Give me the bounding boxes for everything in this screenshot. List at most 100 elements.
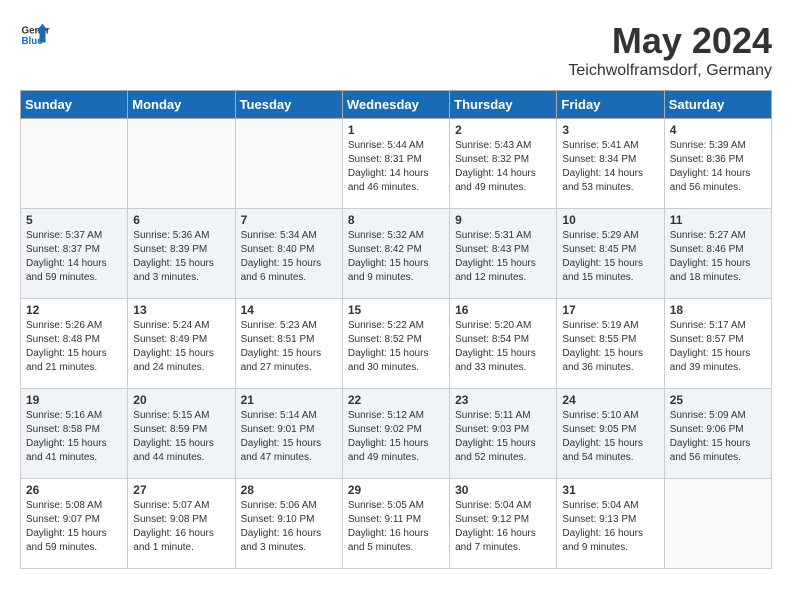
weekday-header-row: SundayMondayTuesdayWednesdayThursdayFrid… — [21, 91, 772, 119]
calendar-week-row: 19 Sunrise: 5:16 AMSunset: 8:58 PMDayligh… — [21, 389, 772, 479]
calendar-week-row: 5 Sunrise: 5:37 AMSunset: 8:37 PMDaylight… — [21, 209, 772, 299]
calendar-cell: 22 Sunrise: 5:12 AMSunset: 9:02 PMDayligh… — [342, 389, 449, 479]
calendar-cell: 20 Sunrise: 5:15 AMSunset: 8:59 PMDayligh… — [128, 389, 235, 479]
calendar-week-row: 1 Sunrise: 5:44 AMSunset: 8:31 PMDaylight… — [21, 119, 772, 209]
day-info: Sunrise: 5:04 AMSunset: 9:12 PMDaylight:… — [455, 499, 551, 555]
day-number: 1 — [348, 123, 444, 137]
page-header: General Blue May 2024 Teichwolframsdorf,… — [20, 20, 772, 80]
day-number: 29 — [348, 483, 444, 497]
day-number: 2 — [455, 123, 551, 137]
day-number: 18 — [670, 303, 766, 317]
calendar-cell — [128, 119, 235, 209]
day-number: 19 — [26, 393, 122, 407]
calendar-cell: 12 Sunrise: 5:26 AMSunset: 8:48 PMDayligh… — [21, 299, 128, 389]
day-number: 7 — [241, 213, 337, 227]
day-info: Sunrise: 5:20 AMSunset: 8:54 PMDaylight:… — [455, 319, 551, 375]
day-info: Sunrise: 5:41 AMSunset: 8:34 PMDaylight:… — [562, 139, 658, 195]
location-subtitle: Teichwolframsdorf, Germany — [568, 62, 772, 80]
day-number: 21 — [241, 393, 337, 407]
calendar-cell: 30 Sunrise: 5:04 AMSunset: 9:12 PMDayligh… — [450, 479, 557, 569]
day-number: 30 — [455, 483, 551, 497]
day-info: Sunrise: 5:24 AMSunset: 8:49 PMDaylight:… — [133, 319, 229, 375]
day-number: 22 — [348, 393, 444, 407]
calendar-table: SundayMondayTuesdayWednesdayThursdayFrid… — [20, 90, 772, 569]
calendar-cell: 2 Sunrise: 5:43 AMSunset: 8:32 PMDaylight… — [450, 119, 557, 209]
calendar-cell: 3Sunrise: 5:41 AMSunset: 8:34 PMDaylight… — [557, 119, 664, 209]
weekday-header-friday: Friday — [557, 91, 664, 119]
calendar-cell: 21 Sunrise: 5:14 AMSunset: 9:01 PMDayligh… — [235, 389, 342, 479]
day-number: 13 — [133, 303, 229, 317]
day-number: 24 — [562, 393, 658, 407]
calendar-cell: 11 Sunrise: 5:27 AMSunset: 8:46 PMDayligh… — [664, 209, 771, 299]
day-info: Sunrise: 5:34 AMSunset: 8:40 PMDaylight:… — [241, 229, 337, 285]
day-info: Sunrise: 5:16 AMSunset: 8:58 PMDaylight:… — [26, 409, 122, 465]
weekday-header-tuesday: Tuesday — [235, 91, 342, 119]
calendar-cell: 31Sunrise: 5:04 AMSunset: 9:13 PMDayligh… — [557, 479, 664, 569]
day-number: 10 — [562, 213, 658, 227]
day-info: Sunrise: 5:32 AMSunset: 8:42 PMDaylight:… — [348, 229, 444, 285]
day-info: Sunrise: 5:19 AMSunset: 8:55 PMDaylight:… — [562, 319, 658, 375]
calendar-cell: 6Sunrise: 5:36 AMSunset: 8:39 PMDaylight… — [128, 209, 235, 299]
day-number: 4 — [670, 123, 766, 137]
day-info: Sunrise: 5:07 AMSunset: 9:08 PMDaylight:… — [133, 499, 229, 555]
day-info: Sunrise: 5:23 AMSunset: 8:51 PMDaylight:… — [241, 319, 337, 375]
day-info: Sunrise: 5:39 AMSunset: 8:36 PMDaylight:… — [670, 139, 766, 195]
day-info: Sunrise: 5:17 AMSunset: 8:57 PMDaylight:… — [670, 319, 766, 375]
day-info: Sunrise: 5:37 AMSunset: 8:37 PMDaylight:… — [26, 229, 122, 285]
day-info: Sunrise: 5:27 AMSunset: 8:46 PMDaylight:… — [670, 229, 766, 285]
calendar-cell: 17 Sunrise: 5:19 AMSunset: 8:55 PMDayligh… — [557, 299, 664, 389]
day-info: Sunrise: 5:10 AMSunset: 9:05 PMDaylight:… — [562, 409, 658, 465]
calendar-cell: 1 Sunrise: 5:44 AMSunset: 8:31 PMDaylight… — [342, 119, 449, 209]
day-info: Sunrise: 5:29 AMSunset: 8:45 PMDaylight:… — [562, 229, 658, 285]
day-number: 17 — [562, 303, 658, 317]
day-number: 9 — [455, 213, 551, 227]
day-number: 11 — [670, 213, 766, 227]
calendar-cell: 13 Sunrise: 5:24 AMSunset: 8:49 PMDayligh… — [128, 299, 235, 389]
day-info: Sunrise: 5:26 AMSunset: 8:48 PMDaylight:… — [26, 319, 122, 375]
day-info: Sunrise: 5:44 AMSunset: 8:31 PMDaylight:… — [348, 139, 444, 195]
calendar-cell: 4 Sunrise: 5:39 AMSunset: 8:36 PMDaylight… — [664, 119, 771, 209]
month-year-title: May 2024 — [568, 20, 772, 62]
day-number: 27 — [133, 483, 229, 497]
day-number: 26 — [26, 483, 122, 497]
calendar-cell: 27 Sunrise: 5:07 AMSunset: 9:08 PMDayligh… — [128, 479, 235, 569]
calendar-cell: 19 Sunrise: 5:16 AMSunset: 8:58 PMDayligh… — [21, 389, 128, 479]
day-info: Sunrise: 5:31 AMSunset: 8:43 PMDaylight:… — [455, 229, 551, 285]
day-number: 8 — [348, 213, 444, 227]
day-info: Sunrise: 5:15 AMSunset: 8:59 PMDaylight:… — [133, 409, 229, 465]
calendar-cell: 28Sunrise: 5:06 AMSunset: 9:10 PMDayligh… — [235, 479, 342, 569]
day-number: 20 — [133, 393, 229, 407]
day-number: 14 — [241, 303, 337, 317]
day-info: Sunrise: 5:04 AMSunset: 9:13 PMDaylight:… — [562, 499, 658, 555]
day-info: Sunrise: 5:09 AMSunset: 9:06 PMDaylight:… — [670, 409, 766, 465]
calendar-cell — [21, 119, 128, 209]
calendar-cell: 18 Sunrise: 5:17 AMSunset: 8:57 PMDayligh… — [664, 299, 771, 389]
calendar-cell: 15Sunrise: 5:22 AMSunset: 8:52 PMDayligh… — [342, 299, 449, 389]
day-info: Sunrise: 5:06 AMSunset: 9:10 PMDaylight:… — [241, 499, 337, 555]
day-info: Sunrise: 5:08 AMSunset: 9:07 PMDaylight:… — [26, 499, 122, 555]
weekday-header-wednesday: Wednesday — [342, 91, 449, 119]
calendar-cell: 5 Sunrise: 5:37 AMSunset: 8:37 PMDaylight… — [21, 209, 128, 299]
day-info: Sunrise: 5:22 AMSunset: 8:52 PMDaylight:… — [348, 319, 444, 375]
weekday-header-thursday: Thursday — [450, 91, 557, 119]
calendar-cell: 26 Sunrise: 5:08 AMSunset: 9:07 PMDayligh… — [21, 479, 128, 569]
day-number: 23 — [455, 393, 551, 407]
calendar-cell: 7 Sunrise: 5:34 AMSunset: 8:40 PMDaylight… — [235, 209, 342, 299]
day-number: 12 — [26, 303, 122, 317]
title-block: May 2024 Teichwolframsdorf, Germany — [568, 20, 772, 80]
day-info: Sunrise: 5:14 AMSunset: 9:01 PMDaylight:… — [241, 409, 337, 465]
day-info: Sunrise: 5:43 AMSunset: 8:32 PMDaylight:… — [455, 139, 551, 195]
calendar-cell — [235, 119, 342, 209]
calendar-cell: 23Sunrise: 5:11 AMSunset: 9:03 PMDayligh… — [450, 389, 557, 479]
day-number: 5 — [26, 213, 122, 227]
day-number: 16 — [455, 303, 551, 317]
calendar-cell: 10 Sunrise: 5:29 AMSunset: 8:45 PMDayligh… — [557, 209, 664, 299]
calendar-cell — [664, 479, 771, 569]
day-info: Sunrise: 5:12 AMSunset: 9:02 PMDaylight:… — [348, 409, 444, 465]
weekday-header-sunday: Sunday — [21, 91, 128, 119]
day-info: Sunrise: 5:05 AMSunset: 9:11 PMDaylight:… — [348, 499, 444, 555]
logo-icon: General Blue — [20, 20, 50, 50]
day-info: Sunrise: 5:36 AMSunset: 8:39 PMDaylight:… — [133, 229, 229, 285]
calendar-cell: 14 Sunrise: 5:23 AMSunset: 8:51 PMDayligh… — [235, 299, 342, 389]
calendar-cell: 25Sunrise: 5:09 AMSunset: 9:06 PMDayligh… — [664, 389, 771, 479]
